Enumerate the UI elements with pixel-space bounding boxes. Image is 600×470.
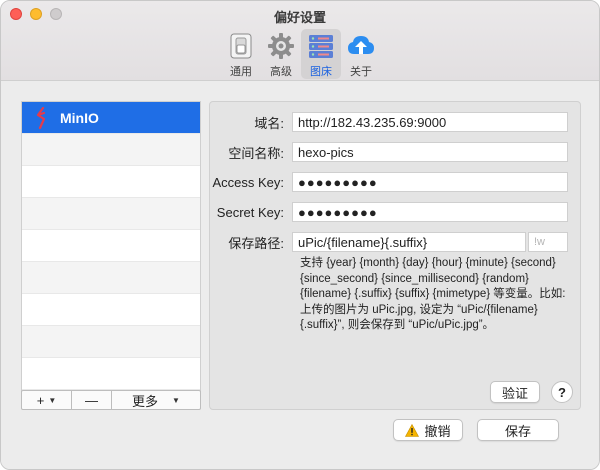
save-path-input[interactable]: uPic/{filename}{.suffix} [292, 232, 526, 252]
secret-key-input[interactable]: ●●●●●●●●● [292, 202, 568, 222]
add-host-label: + [36, 392, 45, 408]
tab-image-host-label: 图床 [310, 66, 332, 78]
switch-icon [226, 31, 256, 61]
save-path-label: 保存路径: [228, 235, 284, 251]
host-list-item-minio[interactable]: MinIO [22, 102, 200, 134]
save-path-row: 保存路径: uPic/{filename}{.suffix} !w [210, 232, 568, 252]
save-path-suffix-input[interactable]: !w [528, 232, 568, 252]
host-settings-panel: 域名: http://182.43.235.69:9000 空间名称: hexo… [209, 101, 581, 410]
minio-icon [32, 106, 52, 129]
gear-icon [266, 31, 296, 61]
more-button[interactable]: 更多 ▼ [112, 391, 200, 409]
bucket-input[interactable]: hexo-pics [292, 142, 568, 162]
tab-advanced-label: 高级 [270, 66, 292, 78]
tab-about-label: 关于 [350, 66, 372, 78]
window-title: 偏好设置 [273, 10, 326, 25]
host-list-controls: + ▼ — 更多 ▼ [21, 390, 201, 410]
host-list-empty-row [22, 262, 200, 294]
help-button[interactable]: ? [551, 381, 573, 403]
save-path-hint: 支持 {year} {month} {day} {hour} {minute} … [300, 257, 566, 331]
revert-label: 撤销 [424, 423, 451, 439]
save-button[interactable]: 保存 [477, 419, 559, 441]
chevron-down-icon: ▼ [48, 395, 57, 405]
revert-button[interactable]: 撤销 [393, 419, 463, 441]
domain-row: 域名: http://182.43.235.69:9000 [210, 112, 568, 132]
add-host-button[interactable]: + ▼ [22, 391, 72, 409]
tab-general[interactable]: 通用 [221, 29, 261, 79]
tab-image-host[interactable]: 图床 [301, 29, 341, 79]
warning-icon [405, 423, 420, 437]
remove-host-button[interactable]: — [72, 391, 112, 409]
help-icon: ? [558, 384, 566, 400]
host-list-empty-row [22, 358, 200, 390]
host-list-item-label: MinIO [60, 109, 99, 126]
remove-host-label: — [85, 392, 98, 408]
access-key-label: Access Key: [212, 174, 284, 190]
verify-label: 验证 [501, 385, 528, 401]
host-list-empty-row [22, 198, 200, 230]
more-label: 更多 [132, 393, 159, 409]
domain-label: 域名: [254, 115, 284, 131]
tab-advanced[interactable]: 高级 [261, 29, 301, 79]
access-key-input[interactable]: ●●●●●●●●● [292, 172, 568, 192]
bucket-row: 空间名称: hexo-pics [210, 142, 568, 162]
verify-button[interactable]: 验证 [490, 381, 540, 403]
access-key-row: Access Key: ●●●●●●●●● [210, 172, 568, 192]
host-list-empty-row [22, 166, 200, 198]
cloud-upload-icon [346, 31, 376, 61]
secret-key-row: Secret Key: ●●●●●●●●● [210, 202, 568, 222]
save-label: 保存 [504, 423, 531, 439]
host-list-empty-row [22, 134, 200, 166]
host-list-empty-row [22, 294, 200, 326]
host-list-empty-row [22, 326, 200, 358]
image-host-icon [306, 31, 336, 61]
chevron-down-icon: ▼ [172, 395, 180, 405]
title-bar: 偏好设置 通用 高级 图床 关于 [1, 1, 599, 81]
preferences-window: 偏好设置 通用 高级 图床 关于 MinIO + ▼ — 更多 ▼ 域名: ht… [0, 0, 600, 470]
domain-input[interactable]: http://182.43.235.69:9000 [292, 112, 568, 132]
preferences-content: MinIO + ▼ — 更多 ▼ 域名: http://182.43.235.6… [1, 82, 599, 469]
preferences-toolbar: 通用 高级 图床 关于 [221, 29, 381, 79]
host-list-empty-row [22, 230, 200, 262]
secret-key-label: Secret Key: [216, 204, 284, 220]
tab-about[interactable]: 关于 [341, 29, 381, 79]
bucket-label: 空间名称: [228, 145, 284, 161]
host-list: MinIO [21, 101, 201, 394]
tab-general-label: 通用 [230, 66, 252, 78]
